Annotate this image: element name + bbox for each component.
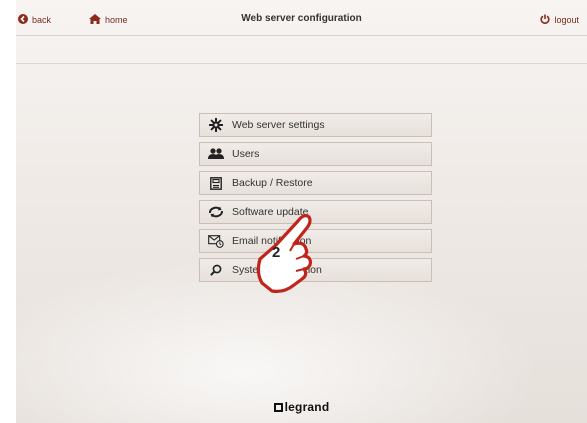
menu-item-users[interactable]: Users — [199, 142, 432, 166]
top-bar: back home Web server configuration logou… — [16, 0, 587, 36]
menu-item-label: Backup / Restore — [232, 177, 313, 189]
main-panel: back home Web server configuration logou… — [16, 0, 587, 423]
menu-item-label: Users — [232, 148, 260, 160]
search-icon — [200, 264, 232, 276]
section-divider — [16, 63, 587, 64]
legrand-logo: legrand — [16, 400, 587, 414]
menu-item-label: Web server settings — [232, 119, 325, 131]
page-title: Web server configuration — [241, 13, 362, 24]
email-notification-icon — [200, 234, 232, 248]
header-divider — [16, 35, 587, 36]
logout-label: logout — [554, 15, 579, 25]
step-number-badge: 2 — [272, 244, 281, 261]
users-icon — [200, 148, 232, 160]
pointing-hand-icon — [254, 199, 324, 299]
backup-icon — [200, 176, 232, 190]
software-update-icon — [200, 206, 232, 218]
gear-icon — [200, 118, 232, 132]
logo-square-icon — [273, 403, 283, 412]
power-icon — [540, 14, 551, 26]
logout-link[interactable]: logout — [540, 14, 579, 26]
menu-item-web-server-settings[interactable]: Web server settings — [199, 113, 432, 137]
logo-text: legrand — [284, 400, 330, 414]
menu-item-backup-restore[interactable]: Backup / Restore — [199, 171, 432, 195]
